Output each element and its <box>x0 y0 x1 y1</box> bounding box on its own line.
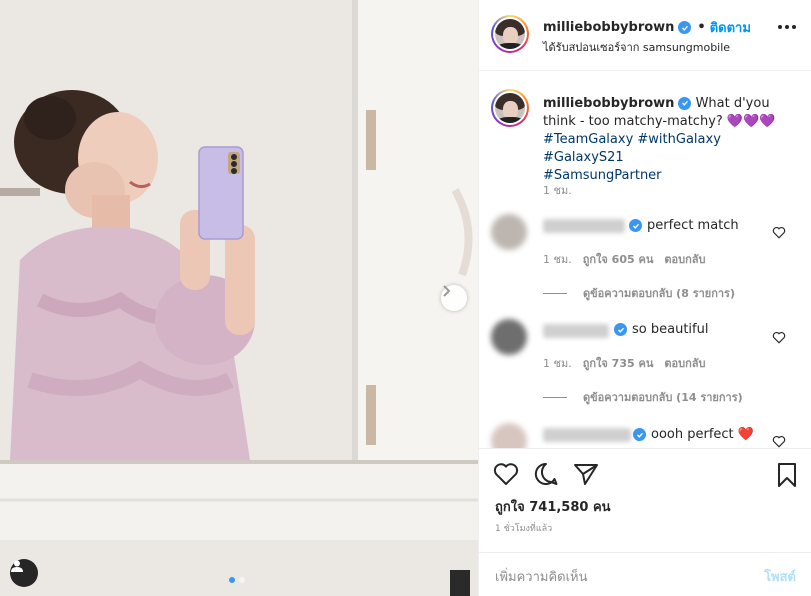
hashtag-link[interactable]: #GalaxyS21 <box>543 150 624 165</box>
post-actions: ถูกใจ 741,580 คน 1 ชั่วโมงที่แล้ว <box>479 448 811 534</box>
view-replies-button[interactable]: ดูข้อความตอบกลับ (14 รายการ) <box>543 388 743 406</box>
post-header: milliebobbybrown • ติดตาม ได้รับสปอนเซอร… <box>479 0 811 71</box>
verified-badge-icon <box>678 21 692 34</box>
comment-meta: 1 ชม. ถูกใจ 735 คน ตอบกลับ <box>543 354 705 372</box>
caption-avatar[interactable] <box>491 89 529 127</box>
post-photo[interactable] <box>0 0 478 596</box>
comment-meta: 1 ชม. ถูกใจ 605 คน ตอบกลับ <box>543 250 705 268</box>
comment-bubble-icon[interactable] <box>533 462 559 486</box>
comment-input[interactable]: เพิ่มความคิดเห็น <box>495 566 588 587</box>
comment-text-line: so beautiful <box>614 322 708 337</box>
carousel-indicator <box>229 577 245 583</box>
next-image-button[interactable] <box>441 285 467 311</box>
view-replies-label: ดูข้อความตอบกลับ (8 รายการ) <box>583 287 735 300</box>
carousel-dot-active <box>229 577 235 583</box>
hashtag-link[interactable]: #withGalaxy <box>637 132 720 147</box>
post-modal: milliebobbybrown • ติดตาม ได้รับสปอนเซอร… <box>0 0 811 596</box>
comment-avatar[interactable] <box>491 423 527 448</box>
comment-text: so beautiful <box>632 322 709 337</box>
like-heart-icon[interactable] <box>493 462 519 486</box>
view-replies-button[interactable]: ดูข้อความตอบกลับ (8 รายการ) <box>543 284 735 302</box>
comments-list: milliebobbybrown What d'you think - too … <box>479 72 811 448</box>
comment-text-line: perfect match <box>629 218 739 233</box>
post-comment-button[interactable]: โพสต์ <box>764 566 796 587</box>
comment-username-redacted[interactable] <box>543 219 625 233</box>
follow-button[interactable]: ติดตาม <box>710 17 751 38</box>
replies-divider <box>543 292 567 294</box>
comment-likes[interactable]: ถูกใจ 735 คน <box>583 354 654 372</box>
header-separator: • <box>697 20 706 35</box>
comment-text-line: oooh perfect ❤️ <box>633 427 754 442</box>
action-icons <box>493 462 599 486</box>
post-timestamp[interactable]: 1 ชั่วโมงที่แล้ว <box>495 521 552 535</box>
save-bookmark-icon[interactable] <box>776 462 798 488</box>
verified-badge-icon <box>633 428 646 441</box>
comment-username-redacted[interactable] <box>543 324 609 338</box>
user-icon <box>11 560 23 572</box>
like-comment-heart-icon[interactable] <box>772 435 786 448</box>
comment-username-redacted[interactable] <box>543 428 631 442</box>
share-paper-plane-icon[interactable] <box>573 462 599 486</box>
verified-badge-icon <box>614 323 627 336</box>
comment-composer: เพิ่มความคิดเห็น โพสต์ <box>479 552 811 596</box>
comment-reply-button[interactable]: ตอบกลับ <box>664 250 705 268</box>
view-replies-label: ดูข้อความตอบกลับ (14 รายการ) <box>583 391 743 404</box>
verified-badge-icon <box>629 219 642 232</box>
photo-illustration <box>0 0 478 596</box>
caption-username[interactable]: milliebobbybrown <box>543 96 674 111</box>
comment-likes[interactable]: ถูกใจ 605 คน <box>583 250 654 268</box>
author-avatar[interactable] <box>491 15 529 53</box>
sponsor-label[interactable]: ได้รับสปอนเซอร์จาก samsungmobile <box>543 38 730 56</box>
hashtag-link[interactable]: #TeamGalaxy <box>543 132 633 147</box>
verified-badge-icon <box>678 96 692 110</box>
comment-time[interactable]: 1 ชม. <box>543 354 572 372</box>
comment-text: perfect match <box>647 218 739 233</box>
tagged-users-button[interactable] <box>10 559 38 587</box>
post-side-panel: milliebobbybrown • ติดตาม ได้รับสปอนเซอร… <box>478 0 811 596</box>
like-comment-heart-icon[interactable] <box>772 331 786 344</box>
comment-time[interactable]: 1 ชม. <box>543 250 572 268</box>
more-options-icon[interactable] <box>778 25 796 29</box>
caption-timestamp[interactable]: 1 ชม. <box>543 181 572 199</box>
author-username[interactable]: milliebobbybrown <box>543 20 674 35</box>
author-line: milliebobbybrown • ติดตาม <box>543 17 751 38</box>
comment-avatar[interactable] <box>491 319 527 355</box>
likes-count[interactable]: ถูกใจ 741,580 คน <box>495 496 611 517</box>
carousel-dot <box>239 577 245 583</box>
comment-text: oooh perfect ❤️ <box>651 427 754 442</box>
post-caption: milliebobbybrown What d'you think - too … <box>543 95 797 185</box>
comment-reply-button[interactable]: ตอบกลับ <box>664 354 705 372</box>
comment-avatar[interactable] <box>491 214 527 250</box>
replies-divider <box>543 396 567 398</box>
like-comment-heart-icon[interactable] <box>772 226 786 239</box>
chevron-right-icon <box>443 285 451 297</box>
